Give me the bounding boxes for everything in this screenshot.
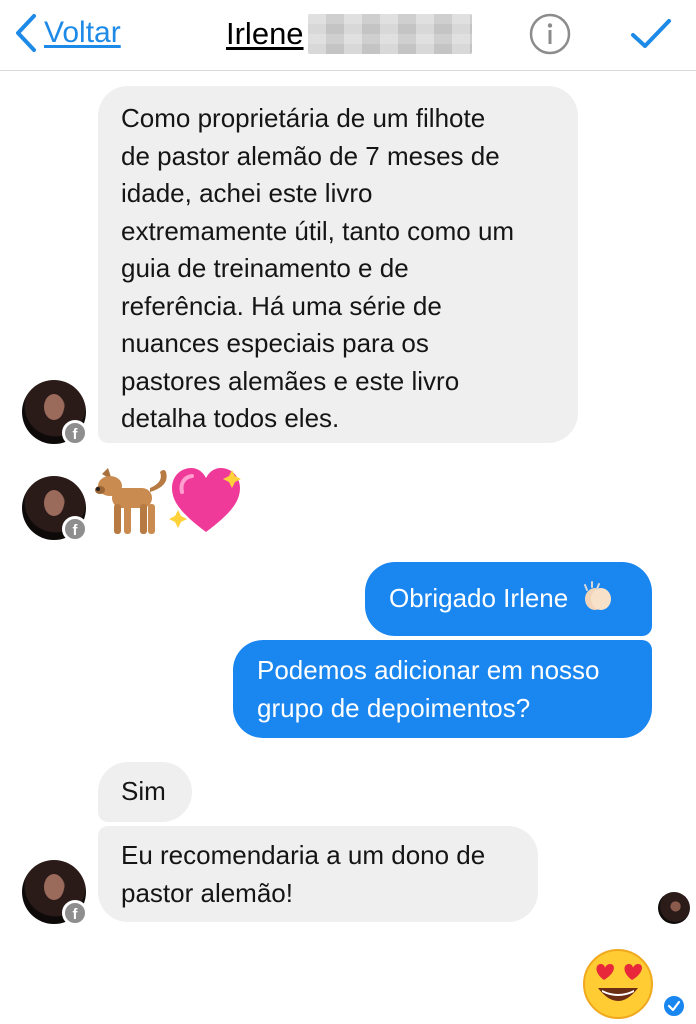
- message-line: extremamente útil, tanto como um: [121, 215, 515, 246]
- clapping-hands-emoji: [584, 581, 612, 610]
- message-line: referência. Há uma série de: [121, 290, 442, 321]
- chevron-left-icon: [16, 14, 36, 52]
- conversation-header: Voltar Irlene: [0, 0, 696, 71]
- facebook-badge-icon: f: [62, 420, 88, 446]
- message-text: Obrigado Irlene: [389, 583, 569, 613]
- info-button[interactable]: [528, 12, 572, 56]
- message-line: nuances especiais para os: [121, 328, 429, 358]
- sparkling-heart-emoji: [169, 468, 241, 532]
- checkmark-icon: [631, 19, 671, 48]
- message-line: pastor alemão!: [121, 877, 293, 908]
- avatar-face: [44, 490, 64, 516]
- message-line: Podemos adicionar em nosso: [257, 655, 600, 685]
- message-bubble-incoming[interactable]: Como proprietária de um filhote de pasto…: [98, 86, 578, 443]
- contact-name[interactable]: Irlene: [226, 16, 304, 52]
- contact-title[interactable]: Irlene: [226, 12, 472, 56]
- message-line: detalha todos eles.: [121, 403, 340, 433]
- message-bubble-incoming[interactable]: Sim: [98, 762, 192, 822]
- contact-avatar[interactable]: f: [22, 860, 88, 926]
- read-receipt-avatar: [658, 892, 690, 924]
- message-line: pastores alemães e este livro: [121, 365, 460, 396]
- heart-eyes-emoji: [583, 949, 653, 1019]
- back-button[interactable]: Voltar: [14, 12, 121, 54]
- dog-emoji: [95, 468, 167, 534]
- back-label[interactable]: Voltar: [44, 16, 121, 50]
- message-line: idade, achei este livro: [121, 178, 373, 208]
- info-icon: [529, 13, 571, 55]
- redacted-surname: [307, 14, 472, 54]
- facebook-badge-icon: f: [62, 900, 88, 926]
- contact-avatar[interactable]: f: [22, 476, 88, 542]
- done-button[interactable]: [628, 12, 674, 56]
- message-bubble-incoming[interactable]: Eu recomendaria a um dono de pastor alem…: [98, 826, 538, 922]
- facebook-badge-icon: f: [62, 516, 88, 542]
- avatar-face: [44, 874, 64, 900]
- message-line: de pastor alemão de 7 meses de: [121, 140, 500, 171]
- message-line: Eu recomendaria a um dono de: [121, 840, 486, 870]
- message-line: guia de treinamento e de: [121, 253, 409, 283]
- message-bubble-outgoing[interactable]: Obrigado Irlene: [365, 562, 652, 636]
- message-text: Sim: [121, 776, 166, 806]
- message-line: Como proprietária de um filhote: [121, 103, 486, 133]
- message-line: grupo de depoimentos?: [257, 692, 531, 723]
- avatar-face: [44, 394, 64, 420]
- message-bubble-outgoing[interactable]: Podemos adicionar em nosso grupo de depo…: [233, 640, 652, 738]
- seen-check-icon: [662, 994, 686, 1018]
- contact-avatar[interactable]: f: [22, 380, 88, 446]
